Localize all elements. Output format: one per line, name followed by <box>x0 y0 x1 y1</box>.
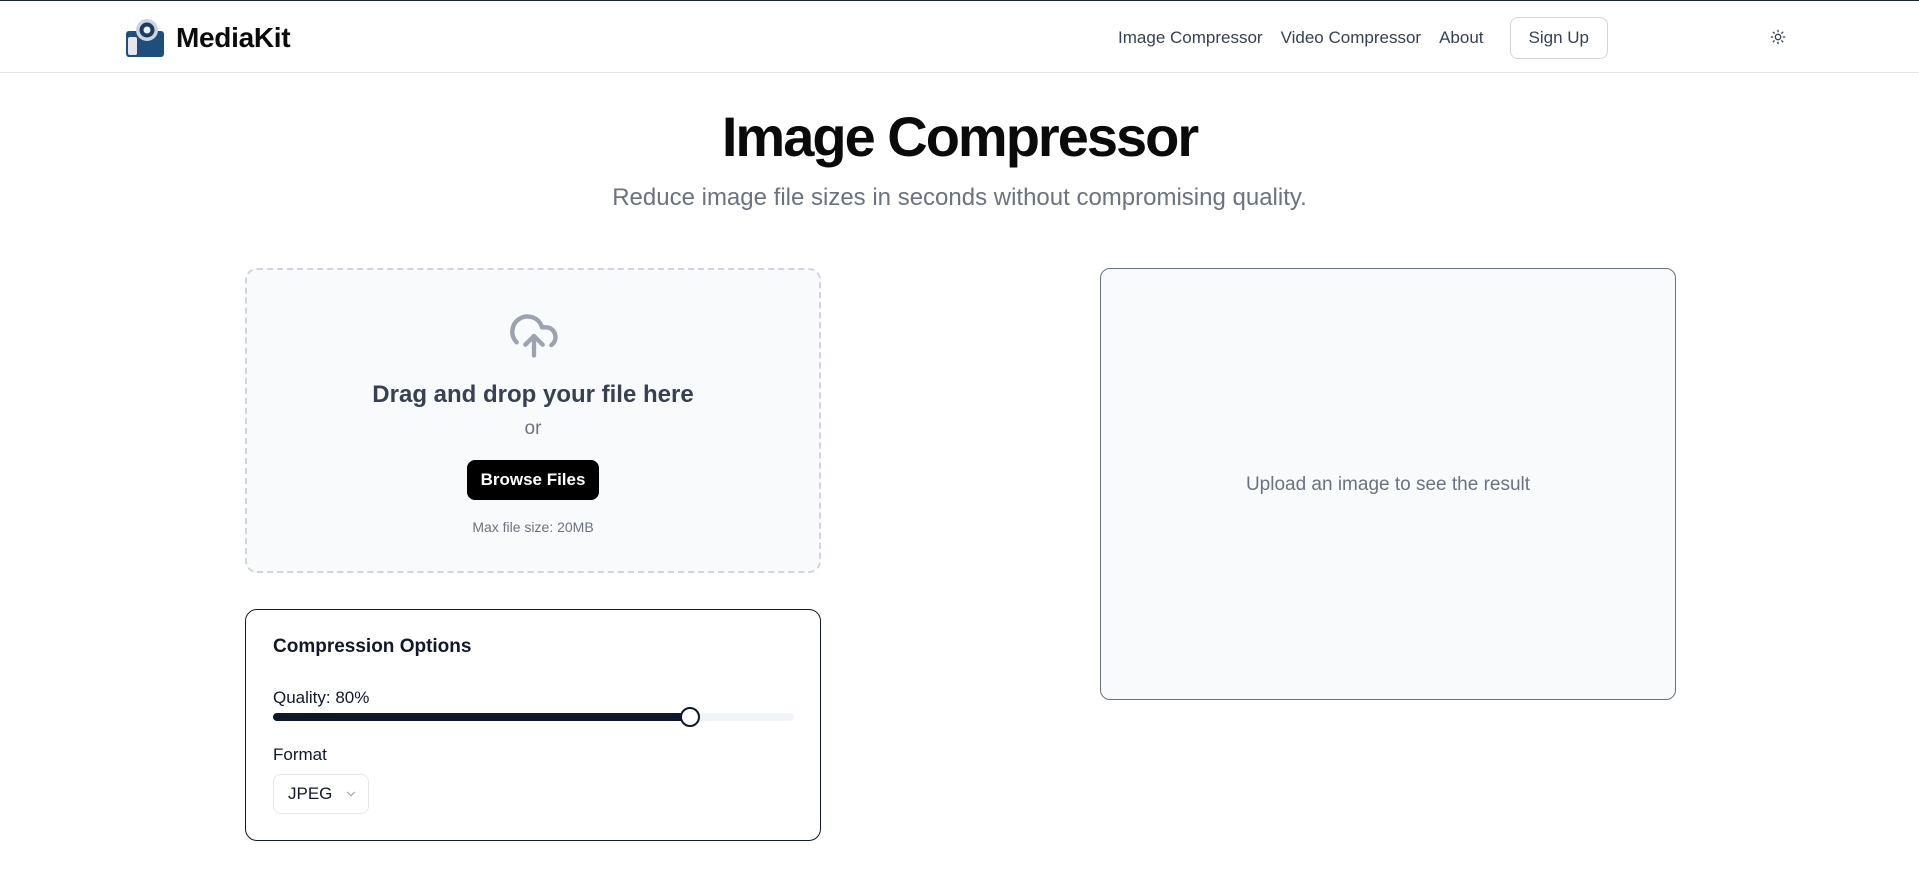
dropzone-or-text: or <box>524 418 542 439</box>
sun-icon <box>1770 29 1786 45</box>
dropzone-title: Drag and drop your file here <box>372 381 694 408</box>
quality-label: Quality: 80% <box>273 688 370 707</box>
compression-options-panel: Compression Options Quality: 80% Format … <box>245 609 821 841</box>
site-header: MediaKit Image Compressor Video Compress… <box>0 1 1919 73</box>
format-select[interactable]: JPEG <box>273 774 369 814</box>
quality-slider[interactable] <box>273 707 794 727</box>
max-file-size-text: Max file size: 20MB <box>472 519 594 535</box>
result-placeholder-text: Upload an image to see the result <box>1245 474 1531 495</box>
nav-link-image-compressor[interactable]: Image Compressor <box>1118 28 1263 48</box>
result-preview-panel: Upload an image to see the result <box>1100 268 1676 700</box>
camera-logo-icon <box>126 19 164 57</box>
main-nav: Image Compressor Video Compressor About … <box>1118 17 1608 59</box>
brand-logo-link[interactable]: MediaKit <box>124 17 291 59</box>
cloud-upload-icon <box>510 314 558 358</box>
quality-slider-fill <box>273 713 690 721</box>
page-subtitle: Reduce image file sizes in seconds witho… <box>612 184 1307 211</box>
format-selected-value: JPEG <box>288 784 333 803</box>
chevron-down-icon <box>347 791 356 797</box>
nav-link-about[interactable]: About <box>1439 28 1483 48</box>
options-title: Compression Options <box>273 636 472 657</box>
format-label: Format <box>273 745 327 764</box>
sign-up-button[interactable]: Sign Up <box>1509 17 1608 59</box>
quality-slider-thumb[interactable] <box>679 707 700 727</box>
file-dropzone[interactable]: Drag and drop your file here or Browse F… <box>245 268 821 573</box>
theme-toggle-button[interactable] <box>1766 25 1790 49</box>
brand-name: MediaKit <box>176 22 291 53</box>
nav-link-video-compressor[interactable]: Video Compressor <box>1281 28 1421 48</box>
browse-files-button[interactable]: Browse Files <box>467 460 599 500</box>
page-title: Image Compressor <box>721 105 1199 168</box>
